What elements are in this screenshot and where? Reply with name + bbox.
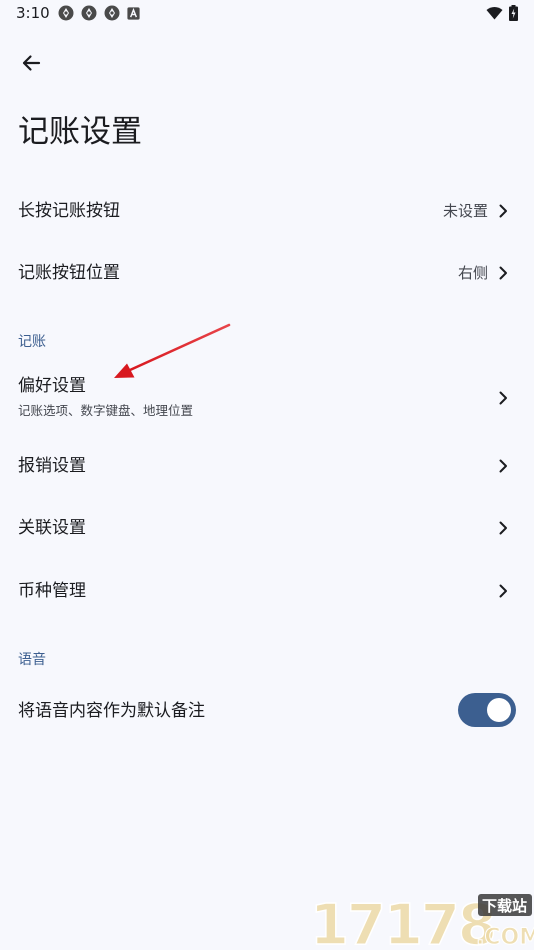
arrow-left-icon [22,55,41,71]
setting-title: 关联设置 [18,518,86,538]
setting-subtitle: 记账选项、数字键盘、地理位置 [18,403,194,418]
setting-row-association[interactable]: 关联设置 [0,497,534,559]
section-header-voice: 语音 [18,652,46,668]
system-icons [486,5,518,21]
watermark-domain: .COM [476,925,534,950]
setting-value: 未设置 [442,202,488,220]
setting-value: 右侧 [457,264,488,282]
status-bar: 3:10 [0,0,534,28]
battery-icon [509,5,518,21]
app-notification-icon [104,5,120,21]
setting-row-preferences[interactable]: 偏好设置 记账选项、数字键盘、地理位置 [0,362,534,434]
setting-title: 将语音内容作为默认备注 [18,701,205,721]
watermark-tag: 下载站 [482,897,527,915]
notification-icons [58,5,140,21]
setting-title: 记账按钮位置 [18,263,120,283]
setting-row-currency[interactable]: 币种管理 [0,560,534,622]
setting-row-long-press[interactable]: 长按记账按钮 未设置 [0,180,534,242]
section-header-bookkeeping: 记账 [18,334,46,350]
back-button[interactable] [14,46,48,80]
chevron-right-icon [499,459,507,473]
site-watermark: 17178 下载站 .COM [309,892,534,950]
chevron-right-icon [499,391,507,405]
setting-row-voice-as-note[interactable]: 将语音内容作为默认备注 [0,680,534,742]
a-notification-icon [127,6,140,20]
toggle-thumb [487,698,511,722]
setting-title: 报销设置 [18,456,86,476]
chevron-right-icon [499,584,507,598]
setting-row-button-position[interactable]: 记账按钮位置 右侧 [0,242,534,304]
app-notification-icon [81,5,97,21]
status-time: 3:10 [16,4,50,22]
voice-note-toggle[interactable] [458,693,516,727]
wifi-icon [486,7,503,20]
app-notification-icon [58,5,74,21]
chevron-right-icon [499,266,507,280]
chevron-right-icon [499,521,507,535]
setting-title: 偏好设置 [18,376,86,396]
setting-title: 币种管理 [18,581,86,601]
chevron-right-icon [499,204,507,218]
page-title: 记账设置 [18,114,142,150]
setting-title: 长按记账按钮 [18,201,120,221]
setting-row-reimbursement[interactable]: 报销设置 [0,435,534,497]
watermark-number: 17178 [310,893,495,950]
